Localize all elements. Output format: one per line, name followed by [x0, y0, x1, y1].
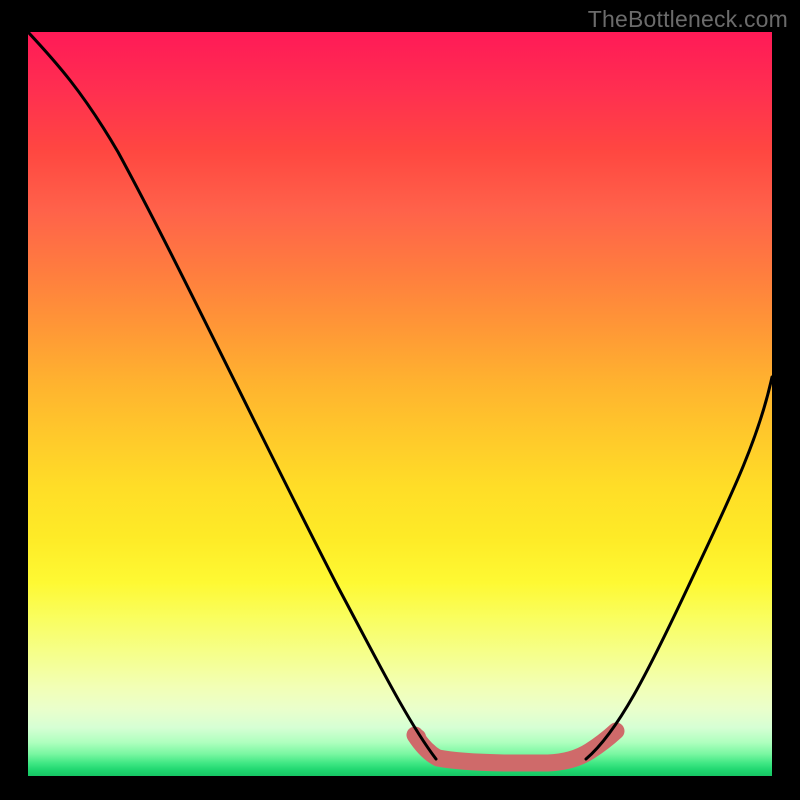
- right-curve-path: [586, 377, 772, 759]
- watermark-text: TheBottleneck.com: [588, 6, 788, 33]
- left-curve-path: [28, 32, 436, 759]
- curves-layer: [28, 32, 772, 776]
- plot-area: [28, 32, 772, 776]
- chart-frame: TheBottleneck.com: [0, 0, 800, 800]
